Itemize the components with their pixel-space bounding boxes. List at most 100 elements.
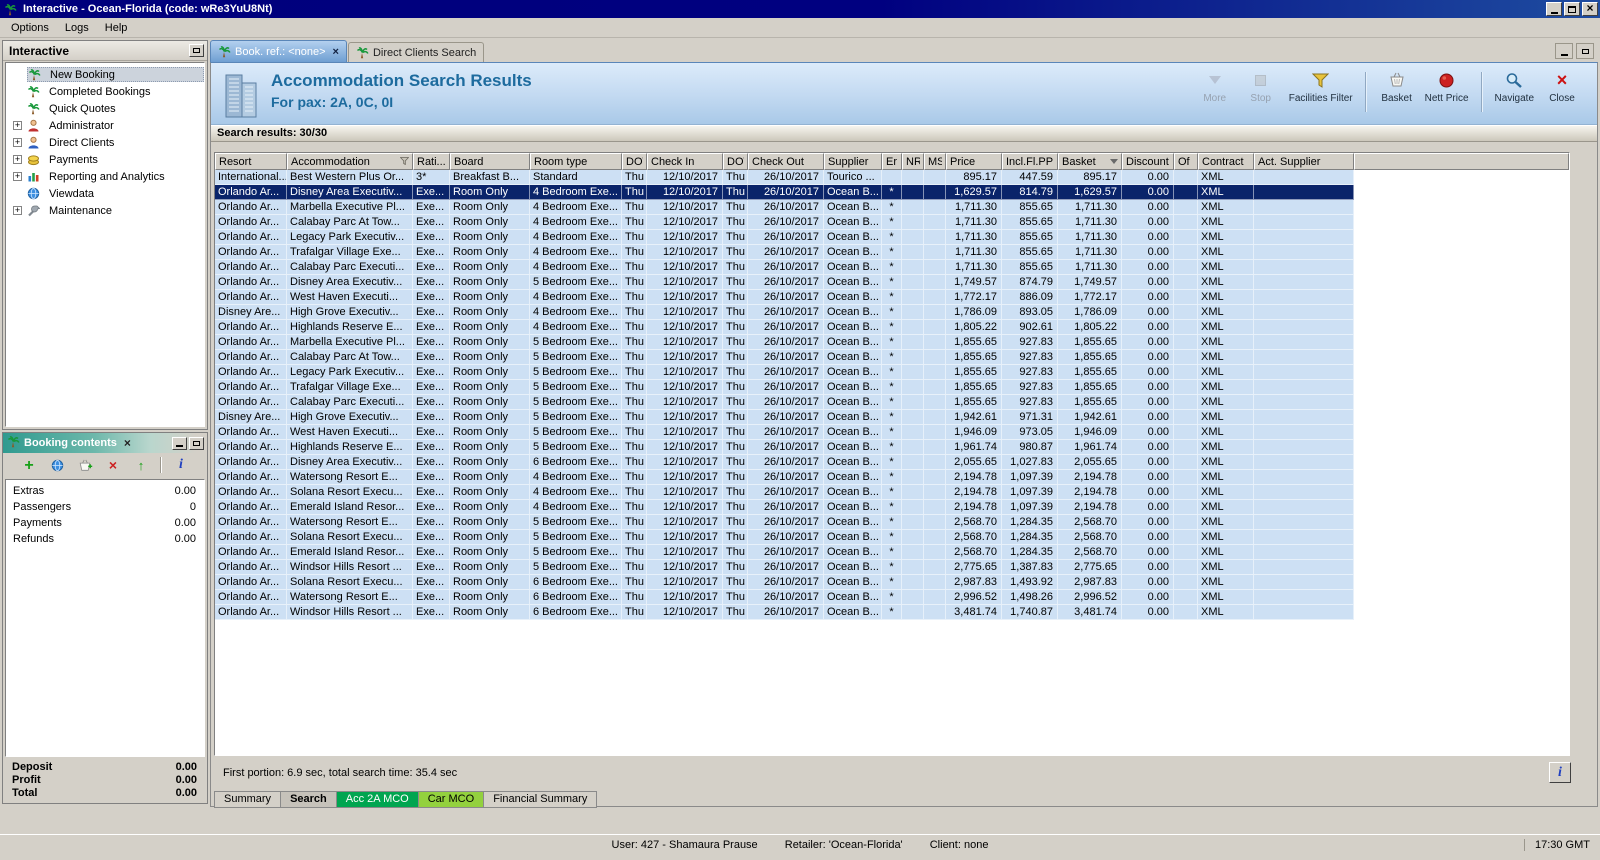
sidebar-item-direct-clients[interactable]: +Direct Clients [6, 134, 204, 151]
booking-tool-add-plus-icon[interactable]: + [20, 456, 38, 474]
toolbar-button-basket[interactable]: Basket [1379, 70, 1415, 104]
sidebar-item-maintenance[interactable]: +Maintenance [6, 202, 204, 219]
column-header-room-type[interactable]: Room type [530, 153, 622, 170]
bottom-tab-car-mco[interactable]: Car MCO [419, 791, 484, 808]
column-header-accommodation[interactable]: Accommodation [287, 153, 413, 170]
list-item[interactable]: Extras0.00 [6, 483, 204, 499]
table-row[interactable]: Orlando Ar...Marbella Executive Pl...Exe… [215, 335, 1354, 350]
table-row[interactable]: Orlando Ar...Highlands Reserve E...Exe..… [215, 320, 1354, 335]
table-row[interactable]: Orlando Ar...Watersong Resort E...Exe...… [215, 515, 1354, 530]
expander-icon[interactable]: + [13, 138, 22, 147]
table-row[interactable]: Orlando Ar...Calabay Parc Executi...Exe.… [215, 395, 1354, 410]
table-row[interactable]: Orlando Ar...Emerald Island Resor...Exe.… [215, 545, 1354, 560]
column-header-check-out[interactable]: Check Out [748, 153, 824, 170]
booking-tool-move-up-icon[interactable]: ↑ [132, 456, 150, 474]
filter-funnel-icon[interactable] [400, 155, 409, 169]
tab-close-icon[interactable]: × [333, 46, 339, 58]
table-row[interactable]: Orlando Ar...Trafalgar Village Exe...Exe… [215, 380, 1354, 395]
table-row[interactable]: Orlando Ar...Legacy Park Executiv...Exe.… [215, 365, 1354, 380]
column-header-check-in[interactable]: Check In [647, 153, 723, 170]
expander-icon[interactable]: + [13, 155, 22, 164]
table-row[interactable]: Orlando Ar...Solana Resort Execu...Exe..… [215, 485, 1354, 500]
table-row[interactable]: Orlando Ar...Disney Area Executiv...Exe.… [215, 455, 1354, 470]
close-button[interactable]: × [1582, 2, 1598, 16]
close-panel-icon[interactable]: × [121, 436, 134, 450]
table-row[interactable]: Orlando Ar...Calabay Parc At Tow...Exe..… [215, 215, 1354, 230]
table-row[interactable]: Orlando Ar...Disney Area Executiv...Exe.… [215, 185, 1354, 200]
table-row[interactable]: Orlando Ar...Marbella Executive Pl...Exe… [215, 200, 1354, 215]
table-row[interactable]: Orlando Ar...Legacy Park Executiv...Exe.… [215, 230, 1354, 245]
column-header-ms[interactable]: MS [924, 153, 946, 170]
sidebar-item-payments[interactable]: +Payments [6, 151, 204, 168]
table-row[interactable]: Orlando Ar...Windsor Hills Resort ...Exe… [215, 605, 1354, 620]
column-header-discount[interactable]: Discount [1122, 153, 1174, 170]
column-header-er[interactable]: Er [882, 153, 902, 170]
bottom-tab-summary[interactable]: Summary [214, 791, 281, 808]
list-item[interactable]: Refunds0.00 [6, 531, 204, 547]
table-row[interactable]: Orlando Ar...West Haven Executi...Exe...… [215, 290, 1354, 305]
minimize-button[interactable] [1546, 2, 1562, 16]
toolbar-button-facilities-filter[interactable]: Facilities Filter [1289, 70, 1353, 104]
list-item[interactable]: Payments0.00 [6, 515, 204, 531]
column-header-act-supplier[interactable]: Act. Supplier [1254, 153, 1354, 170]
table-row[interactable]: Orlando Ar...Solana Resort Execu...Exe..… [215, 575, 1354, 590]
menu-item-logs[interactable]: Logs [57, 20, 97, 36]
column-header-dow[interactable]: DOW [622, 153, 647, 170]
maximize-button[interactable] [1564, 2, 1580, 16]
table-row[interactable]: Orlando Ar...Watersong Resort E...Exe...… [215, 470, 1354, 485]
table-row[interactable]: Orlando Ar...Solana Resort Execu...Exe..… [215, 530, 1354, 545]
table-row[interactable]: Orlando Ar...Calabay Parc At Tow...Exe..… [215, 350, 1354, 365]
table-row[interactable]: Disney Are...High Grove Executiv...Exe..… [215, 410, 1354, 425]
sidebar-item-viewdata[interactable]: +Viewdata [6, 185, 204, 202]
bottom-tab-financial-summary[interactable]: Financial Summary [484, 791, 597, 808]
column-header-nr[interactable]: NR [902, 153, 924, 170]
booking-tool-basket-add-icon[interactable] [76, 456, 94, 474]
table-row[interactable]: International...Best Western Plus Or...3… [215, 170, 1354, 185]
tab-book-ref-none[interactable]: Book. ref.: <none>× [210, 40, 347, 62]
sidebar-item-administrator[interactable]: +Administrator [6, 117, 204, 134]
toolbar-button-close[interactable]: ×Close [1544, 70, 1580, 104]
table-row[interactable]: Disney Are...High Grove Executiv...Exe..… [215, 305, 1354, 320]
column-header-rati[interactable]: Rati... [413, 153, 450, 170]
sidebar-item-new-booking[interactable]: +New Booking [6, 66, 204, 83]
column-header-board[interactable]: Board [450, 153, 530, 170]
table-row[interactable]: Orlando Ar...Trafalgar Village Exe...Exe… [215, 245, 1354, 260]
expander-icon[interactable]: + [13, 206, 22, 215]
list-item[interactable]: Passengers0 [6, 499, 204, 515]
panel-minimize-button[interactable] [172, 437, 187, 450]
table-row[interactable]: Orlando Ar...Highlands Reserve E...Exe..… [215, 440, 1354, 455]
table-row[interactable]: Orlando Ar...Windsor Hills Resort ...Exe… [215, 560, 1354, 575]
booking-tool-delete-x-icon[interactable]: × [104, 456, 122, 474]
expander-icon[interactable]: + [13, 121, 22, 130]
column-header-incl-fl-pp[interactable]: Incl.Fl.PP [1002, 153, 1058, 170]
mdi-minimize-button[interactable] [1555, 43, 1573, 59]
column-header-basket[interactable]: Basket [1058, 153, 1122, 170]
table-row[interactable]: Orlando Ar...Disney Area Executiv...Exe.… [215, 275, 1354, 290]
toolbar-button-navigate[interactable]: Navigate [1495, 70, 1534, 104]
sidebar-item-quick-quotes[interactable]: +Quick Quotes [6, 100, 204, 117]
toolbar-button-nett-price[interactable]: Nett Price [1425, 70, 1469, 104]
tab-direct-clients-search[interactable]: Direct Clients Search [348, 42, 484, 62]
table-row[interactable]: Orlando Ar...Watersong Resort E...Exe...… [215, 590, 1354, 605]
booking-tool-info-icon[interactable]: i [172, 456, 190, 474]
bottom-tab-search[interactable]: Search [281, 791, 337, 808]
column-header-dow[interactable]: DOW [723, 153, 748, 170]
column-header-contract[interactable]: Contract [1198, 153, 1254, 170]
mdi-restore-button[interactable] [1576, 43, 1594, 59]
column-header-resort[interactable]: Resort [215, 153, 287, 170]
panel-collapse-button[interactable] [189, 44, 204, 57]
table-row[interactable]: Orlando Ar...Emerald Island Resor...Exe.… [215, 500, 1354, 515]
panel-restore-button[interactable] [189, 437, 204, 450]
menu-item-options[interactable]: Options [3, 20, 57, 36]
booking-tool-globe-icon[interactable] [48, 456, 66, 474]
bottom-tab-acc-2a-mco[interactable]: Acc 2A MCO [337, 791, 419, 808]
column-header-of[interactable]: Of [1174, 153, 1198, 170]
table-row[interactable]: Orlando Ar...Calabay Parc Executi...Exe.… [215, 260, 1354, 275]
sidebar-item-completed-bookings[interactable]: +Completed Bookings [6, 83, 204, 100]
table-row[interactable]: Orlando Ar...West Haven Executi...Exe...… [215, 425, 1354, 440]
sidebar-item-reporting-and-analytics[interactable]: +Reporting and Analytics [6, 168, 204, 185]
info-button[interactable]: i [1549, 762, 1571, 783]
expander-icon[interactable]: + [13, 172, 22, 181]
column-header-price[interactable]: Price [946, 153, 1002, 170]
column-header-supplier[interactable]: Supplier [824, 153, 882, 170]
